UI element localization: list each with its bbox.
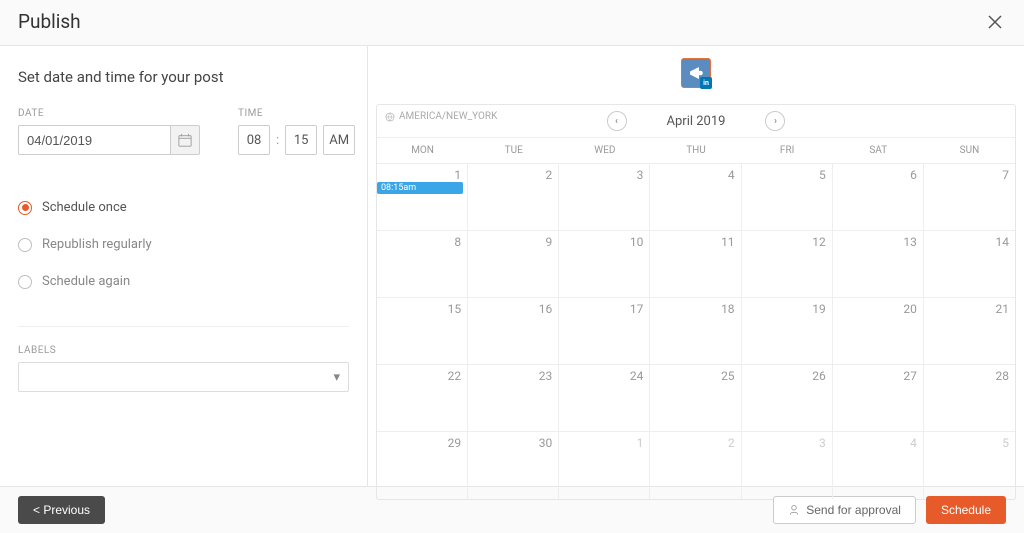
radio-label: Schedule once [42,200,127,215]
calendar-cell[interactable]: 2 [468,164,559,231]
hour-input[interactable]: 08 [238,125,270,155]
time-label: TIME [238,108,355,119]
calendar-cell[interactable]: 4 [650,164,741,231]
dow: SAT [833,138,924,163]
calendar-cell[interactable]: 16 [468,298,559,365]
previous-button[interactable]: < Previous [18,496,105,524]
time-colon: : [276,133,279,148]
modal-header: Publish [0,0,1024,46]
calendar-cell[interactable]: 20 [833,298,924,365]
dow: WED [559,138,650,163]
left-panel: Set date and time for your post DATE TIM… [0,46,368,486]
time-group: TIME 08 : 15 AM [238,108,355,155]
ampm-input[interactable]: AM [323,125,355,155]
radio-republish-regularly[interactable]: Republish regularly [18,226,349,263]
calendar-cell[interactable]: 30 [468,432,559,499]
calendar-cell[interactable]: 13 [833,231,924,298]
time-input-wrap: 08 : 15 AM [238,125,355,155]
calendar: AMERICA/NEW_YORK ‹ April 2019 › MON TUE … [376,104,1016,500]
caret-down-icon: ▾ [333,370,340,385]
radio-schedule-again[interactable]: Schedule again [18,263,349,300]
calendar-cell[interactable]: 27 [833,365,924,432]
dow: THU [650,138,741,163]
minute-input[interactable]: 15 [285,125,317,155]
user-icon [788,504,800,516]
channel-row: in [376,58,1016,88]
send-for-approval-button[interactable]: Send for approval [773,496,916,524]
globe-icon [385,112,395,122]
calendar-cell[interactable]: 17 [559,298,650,365]
timezone-label: AMERICA/NEW_YORK [385,111,497,122]
labels-label: LABELS [18,345,349,356]
calendar-cell[interactable]: 24 [559,365,650,432]
dow: SUN [924,138,1015,163]
radio-icon [18,275,32,289]
calendar-cell[interactable]: 3 [559,164,650,231]
channel-chip-linkedin[interactable]: in [681,58,711,88]
calendar-cell[interactable]: 1 [559,432,650,499]
calendar-cell[interactable]: 19 [742,298,833,365]
calendar-cell[interactable]: 28 [924,365,1015,432]
calendar-cell[interactable]: 23 [468,365,559,432]
dow: TUE [468,138,559,163]
calendar-dow-row: MON TUE WED THU FRI SAT SUN [377,137,1015,164]
calendar-cell[interactable]: 21 [924,298,1015,365]
chevron-right-icon: › [774,116,777,127]
close-icon[interactable] [984,11,1006,33]
calendar-cell[interactable]: 5 [924,432,1015,499]
calendar-cell[interactable]: 6 [833,164,924,231]
calendar-cell[interactable]: 10 [559,231,650,298]
calendar-cell[interactable]: 2 [650,432,741,499]
calendar-cell[interactable]: 11 [650,231,741,298]
calendar-cell[interactable]: 1 08:15am [377,164,468,231]
linkedin-badge-icon: in [700,77,712,89]
calendar-cell[interactable]: 22 [377,365,468,432]
modal-body: Set date and time for your post DATE TIM… [0,46,1024,486]
radio-label: Schedule again [42,274,130,289]
date-input-wrap [18,125,200,155]
radio-label: Republish regularly [42,237,152,252]
calendar-cell[interactable]: 29 [377,432,468,499]
calendar-cell[interactable]: 14 [924,231,1015,298]
prev-month-button[interactable]: ‹ [607,111,627,131]
calendar-cell[interactable]: 26 [742,365,833,432]
schedule-button[interactable]: Schedule [926,496,1006,524]
calendar-icon[interactable] [170,125,200,155]
date-input[interactable] [18,125,170,155]
calendar-cell[interactable]: 4 [833,432,924,499]
calendar-cell[interactable]: 15 [377,298,468,365]
date-group: DATE [18,108,200,155]
dow: FRI [742,138,833,163]
calendar-cell[interactable]: 5 [742,164,833,231]
chevron-left-icon: ‹ [615,116,618,127]
schedule-options: Schedule once Republish regularly Schedu… [18,189,349,300]
calendar-header: AMERICA/NEW_YORK ‹ April 2019 › [377,105,1015,137]
radio-icon [18,238,32,252]
calendar-cell[interactable]: 9 [468,231,559,298]
calendar-cell[interactable]: 7 [924,164,1015,231]
modal-title: Publish [18,10,81,33]
datetime-row: DATE TIME 08 : 15 AM [18,108,349,155]
right-panel: in AMERICA/NEW_YORK ‹ April 2019 › MON T… [368,46,1024,486]
date-label: DATE [18,108,200,119]
labels-field: LABELS ▾ [18,326,349,392]
next-month-button[interactable]: › [765,111,785,131]
left-subtitle: Set date and time for your post [18,68,349,86]
calendar-cell[interactable]: 18 [650,298,741,365]
radio-schedule-once[interactable]: Schedule once [18,189,349,226]
calendar-cell[interactable]: 8 [377,231,468,298]
footer-right: Send for approval Schedule [773,496,1006,524]
month-label: April 2019 [667,114,726,129]
calendar-grid: 1 08:15am 2 3 4 5 6 7 8 9 10 11 12 13 14… [377,164,1015,499]
calendar-cell[interactable]: 25 [650,365,741,432]
dow: MON [377,138,468,163]
calendar-event[interactable]: 08:15am [377,182,463,194]
labels-select[interactable]: ▾ [18,362,349,392]
calendar-cell[interactable]: 12 [742,231,833,298]
calendar-cell[interactable]: 3 [742,432,833,499]
radio-icon [18,201,32,215]
